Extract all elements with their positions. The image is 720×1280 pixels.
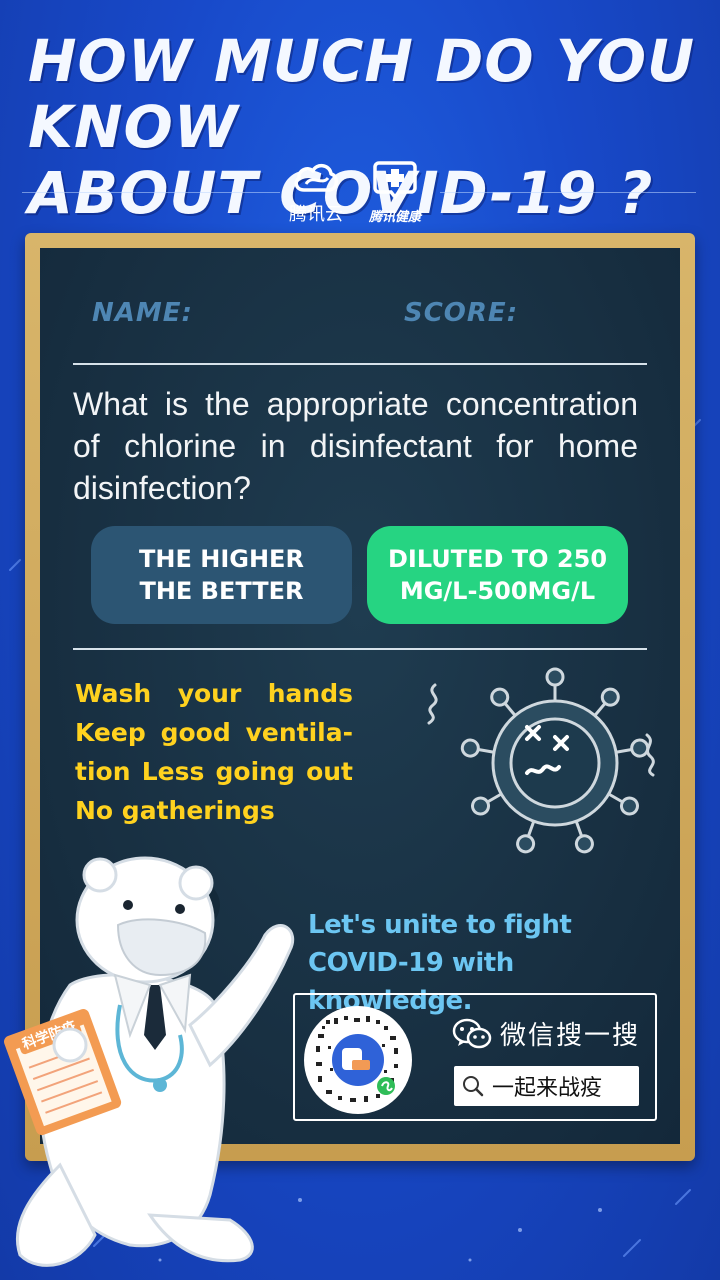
divider-top [73,363,647,365]
cloud-icon [294,164,339,192]
title-line-1: HOW MUCH DO YOU KNOW [28,27,696,161]
brand-label-tencent-cloud: 腾讯云 [289,204,343,225]
wechat-icon [452,1018,492,1048]
search-icon [463,1076,484,1097]
wechat-label-text: 微信搜一搜 [500,1021,641,1051]
divider-bottom [73,648,647,650]
search-box[interactable]: 一起来战疫 [454,1066,639,1106]
question-text: What is the appropriate concentration of… [73,386,638,506]
name-label: NAME: [92,298,193,328]
header-divider-left [22,192,280,193]
answer-option-higher-better[interactable]: THE HIGHER THE BETTER [91,526,352,624]
qr-code[interactable] [304,1006,412,1114]
prevention-tips: Wash your hands Keep good ventila-tion L… [75,679,353,825]
wechat-search-label: 微信搜一搜 [452,1015,640,1052]
answer-option-label: THE HIGHER THE BETTER [139,545,304,605]
medical-cross-icon [373,161,417,200]
answer-option-diluted[interactable]: DILUTED TO 250 MG/L-500MG/L [367,526,628,624]
score-label: SCORE: [404,298,519,328]
qr-code-pattern-icon [316,1016,398,1102]
doctor-bear-mascot: 科学防疫 [4,856,295,1267]
brand-tencent-health: 腾讯健康 [364,160,426,225]
answer-option-label: DILUTED TO 250 MG/L-500MG/L [387,545,608,605]
header-divider-right [440,192,696,193]
brand-tencent-cloud: 腾讯云 [283,160,349,226]
search-value: 一起来战疫 [492,1076,603,1101]
brand-label-tencent-health: 腾讯健康 [368,210,421,225]
virus-illustration [427,667,655,854]
